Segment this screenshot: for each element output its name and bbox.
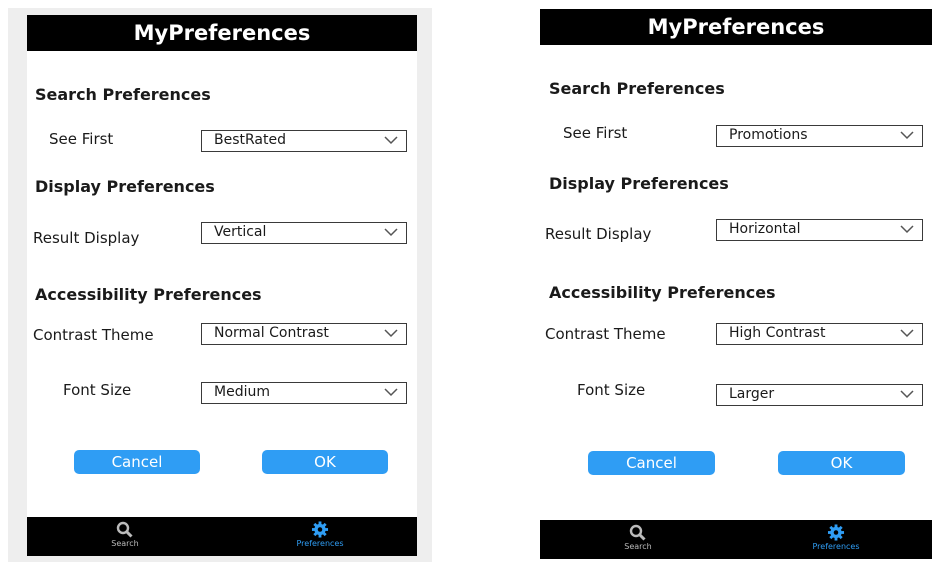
chevron-down-icon [384,136,398,145]
tab-preferences[interactable]: Preferences [275,521,365,549]
chevron-down-icon [900,390,914,399]
preferences-screen-left: MyPreferences Search Preferences See Fir… [27,15,417,556]
search-icon [629,524,646,541]
chevron-down-icon [384,388,398,397]
display-preferences-heading: Display Preferences [549,174,729,193]
app-title: MyPreferences [647,15,825,39]
tab-preferences[interactable]: Preferences [791,524,881,552]
font-size-value: Larger [729,386,775,402]
tab-search-label: Search [111,539,139,548]
tab-search[interactable]: Search [80,521,170,549]
result-display-label: Result Display [33,229,140,247]
see-first-label: See First [49,130,114,148]
chevron-down-icon [384,228,398,237]
contrast-theme-label: Contrast Theme [545,325,666,343]
bottom-nav-bar: Search Preferences [27,517,417,556]
result-display-label: Result Display [545,225,652,243]
see-first-select[interactable]: Promotions [716,125,923,147]
bottom-nav-bar: Search Preferences [540,520,932,559]
tab-preferences-label: Preferences [296,539,344,548]
cancel-button[interactable]: Cancel [588,451,715,475]
chevron-down-icon [900,225,914,234]
see-first-value: BestRated [214,132,286,148]
search-icon [116,521,133,538]
ok-button[interactable]: OK [262,450,388,474]
display-preferences-heading: Display Preferences [35,177,215,196]
accessibility-preferences-heading: Accessibility Preferences [35,285,262,304]
chevron-down-icon [900,329,914,338]
gear-icon [311,521,329,538]
chevron-down-icon [900,131,914,140]
preferences-screen-right: MyPreferences Search Preferences See Fir… [540,9,932,559]
gear-icon [827,524,845,541]
see-first-label: See First [563,124,628,142]
chevron-down-icon [384,329,398,338]
result-display-value: Vertical [214,224,267,240]
font-size-label: Font Size [577,381,646,399]
font-size-label: Font Size [63,381,132,399]
app-header: MyPreferences [27,15,417,51]
see-first-select[interactable]: BestRated [201,130,407,152]
tab-preferences-label: Preferences [812,542,860,551]
font-size-select[interactable]: Larger [716,384,923,406]
contrast-theme-select[interactable]: High Contrast [716,323,923,345]
search-preferences-heading: Search Preferences [35,85,211,104]
tab-search-label: Search [624,542,652,551]
cancel-button[interactable]: Cancel [74,450,200,474]
result-display-select[interactable]: Vertical [201,222,407,244]
see-first-value: Promotions [729,127,808,143]
search-preferences-heading: Search Preferences [549,79,725,98]
contrast-theme-select[interactable]: Normal Contrast [201,323,407,345]
ok-button[interactable]: OK [778,451,905,475]
app-title: MyPreferences [133,21,311,45]
result-display-select[interactable]: Horizontal [716,219,923,241]
tab-search[interactable]: Search [593,524,683,552]
font-size-value: Medium [214,384,270,400]
result-display-value: Horizontal [729,221,801,237]
accessibility-preferences-heading: Accessibility Preferences [549,283,776,302]
contrast-theme-label: Contrast Theme [33,326,154,344]
contrast-theme-value: Normal Contrast [214,325,329,341]
font-size-select[interactable]: Medium [201,382,407,404]
contrast-theme-value: High Contrast [729,325,826,341]
app-header: MyPreferences [540,9,932,45]
